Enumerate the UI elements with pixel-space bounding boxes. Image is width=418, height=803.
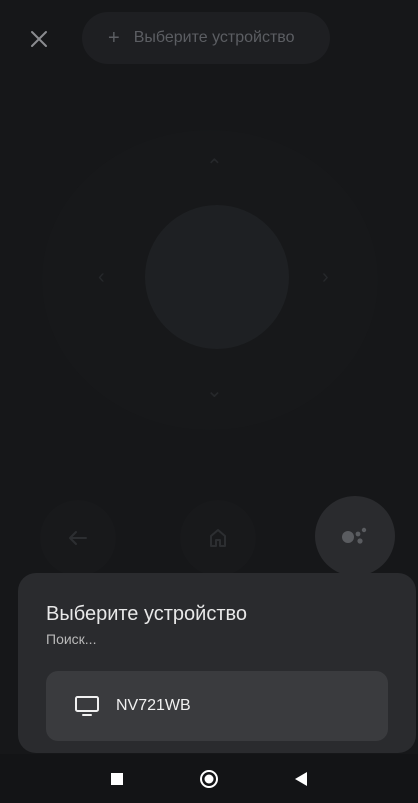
assistant-button[interactable] <box>315 496 395 576</box>
close-button[interactable] <box>24 24 54 54</box>
select-device-button[interactable]: + Выберите устройство <box>82 12 330 64</box>
plus-icon: + <box>108 27 120 49</box>
select-device-label: Выберите устройство <box>133 29 295 46</box>
chevron-left-icon[interactable]: ‹ <box>98 266 105 289</box>
system-home-button[interactable] <box>198 768 220 790</box>
device-item[interactable]: NV721WB <box>46 671 388 741</box>
close-icon <box>31 31 47 47</box>
device-name: NV721WB <box>116 697 191 714</box>
remote-back-button[interactable] <box>40 500 116 576</box>
system-back-button[interactable] <box>290 768 312 790</box>
assistant-icon <box>342 527 367 544</box>
back-arrow-icon <box>69 531 87 545</box>
circle-icon <box>200 769 218 788</box>
system-navigation-bar <box>0 754 418 803</box>
chevron-right-icon[interactable]: › <box>322 266 329 289</box>
square-icon <box>111 772 123 785</box>
select-device-sheet: Выберите устройство Поиск... NV721WB <box>18 573 416 753</box>
chevron-down-icon[interactable]: ⌄ <box>206 378 223 403</box>
remote-home-button[interactable] <box>180 500 256 576</box>
dpad-center-button[interactable] <box>145 205 289 349</box>
home-icon <box>210 529 226 547</box>
triangle-back-icon <box>295 771 307 786</box>
tv-icon <box>74 695 100 717</box>
recent-apps-button[interactable] <box>106 768 128 790</box>
chevron-up-icon[interactable]: ⌃ <box>206 154 223 179</box>
sheet-subtitle: Поиск... <box>46 631 97 647</box>
sheet-title: Выберите устройство <box>46 603 248 625</box>
